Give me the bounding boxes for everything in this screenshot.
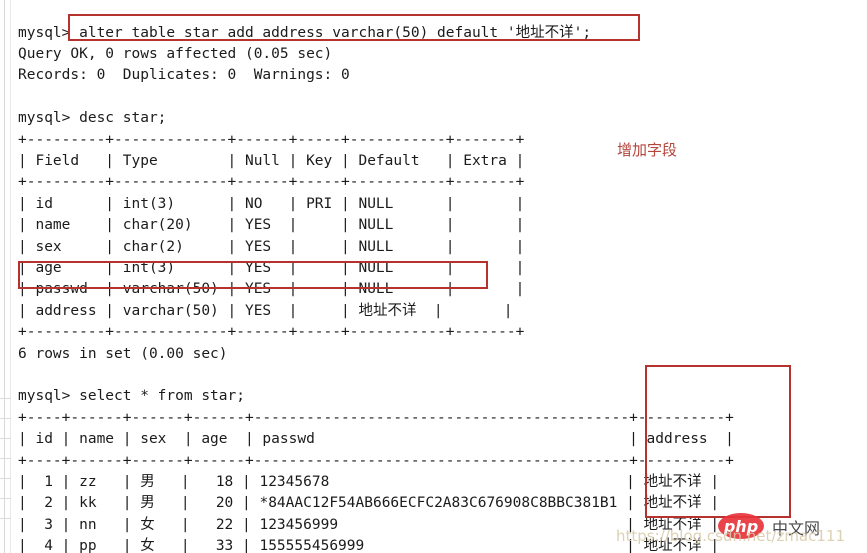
annotation-add-field: 增加字段 bbox=[617, 141, 678, 159]
cjk-text: 地址不详 bbox=[358, 302, 417, 319]
edge-artifact-tick bbox=[0, 398, 11, 399]
cjk-text: 地址不详 bbox=[515, 24, 574, 41]
cjk-text: 男 bbox=[140, 495, 155, 512]
left-edge-rule bbox=[4, 0, 5, 553]
cjk-text: 女 bbox=[140, 516, 155, 533]
console-output[interactable]: mysql> alter table star add address varc… bbox=[18, 23, 734, 553]
terminal-screenshot: mysql> alter table star add address varc… bbox=[0, 0, 867, 553]
watermark-url: https://blog.csdn.net/zmac111 bbox=[616, 527, 846, 545]
edge-artifact-tick bbox=[0, 498, 11, 499]
edge-artifact-tick bbox=[0, 438, 11, 439]
cjk-text: 女 bbox=[140, 538, 155, 553]
edge-artifact-tick bbox=[0, 478, 11, 479]
edge-artifact-tick bbox=[0, 458, 11, 459]
cjk-text: 男 bbox=[140, 474, 155, 491]
cjk-text: 地址不详 bbox=[643, 474, 702, 491]
edge-artifact-tick bbox=[0, 418, 11, 419]
cjk-text: 地址不详 bbox=[643, 495, 702, 512]
edge-artifact-tick bbox=[0, 518, 11, 519]
left-edge-rule-secondary bbox=[10, 0, 11, 553]
